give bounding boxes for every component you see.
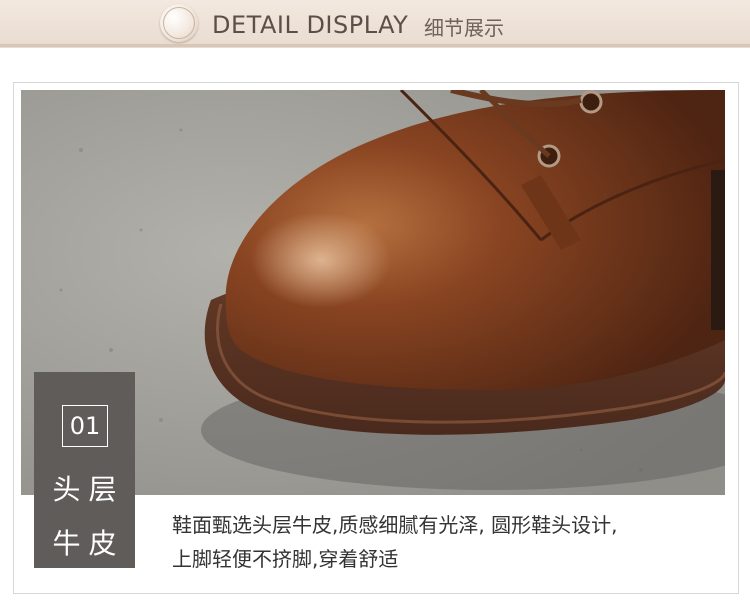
feature-number: 01 [62,405,108,447]
description-line1: 鞋面甄选头层牛皮,质感细腻有光泽, 圆形鞋头设计, [172,513,618,537]
section-header: DETAIL DISPLAY 细节展示 [0,0,750,48]
section-subtitle: 细节展示 [424,16,504,40]
feature-description: 鞋面甄选头层牛皮,质感细腻有光泽, 圆形鞋头设计, 上脚轻便不挤脚,穿着舒适 [172,508,732,576]
description-line2: 上脚轻便不挤脚,穿着舒适 [172,547,399,571]
feature-label-line1: 头层 [52,473,125,506]
feature-label-line2: 牛皮 [52,527,125,560]
header-divider [0,44,750,47]
circle-ornament-icon [160,4,198,42]
feature-badge: 01 头层 牛皮 [34,372,135,568]
section-title: DETAIL DISPLAY [212,11,409,39]
